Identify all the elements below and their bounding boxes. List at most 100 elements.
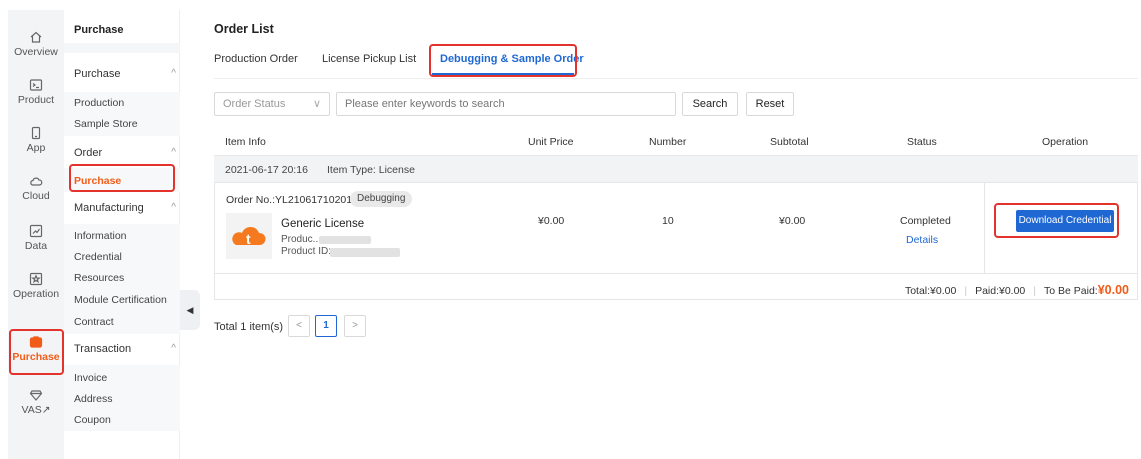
menu-group-label: Purchase [74,68,121,80]
collapse-menu-button[interactable]: ◀ [180,290,200,330]
totals-divider [215,273,1137,274]
order-group-header: 2021-06-17 20:16 Item Type: License [214,155,1138,182]
menu-divider [64,43,180,53]
menu-item-coupon[interactable]: Coupon [74,414,111,426]
menu-group-label: Manufacturing [74,202,144,214]
order-row: Order No.:YL2106171020102S Debugging t G… [214,182,1138,300]
page-title: Order List [214,22,274,36]
col-header-unit-price: Unit Price [528,136,574,148]
menu-group-label: Order [74,147,103,159]
search-input[interactable] [336,92,676,116]
details-link[interactable]: Details [906,234,938,246]
rail-label: Data [24,240,48,252]
search-button[interactable]: Search [682,92,738,116]
divider-pipe: | [964,285,968,297]
prev-page-button[interactable]: < [288,315,310,337]
chevron-up-icon: ^ [171,147,176,158]
menu-header: Purchase [74,24,124,36]
subtotal: ¥0.00 [779,215,806,227]
menu-group-transaction[interactable]: Transaction ^ [74,343,178,355]
menu-item-contract[interactable]: Contract [74,316,114,328]
menu-group-manufacturing[interactable]: Manufacturing ^ [74,202,178,214]
product-line: Produc... [281,234,322,245]
to-be-paid-label: To Be Paid: [1044,285,1098,297]
rail-item-app[interactable]: App [8,126,64,154]
menu-item-credential[interactable]: Credential [74,251,122,263]
redacted-product-id [330,248,400,257]
col-header-item-info: Item Info [225,136,266,148]
menu-item-module-certification[interactable]: Module Certification [74,294,167,306]
diamond-icon [29,388,43,402]
main-content: Order List Production Order License Pick… [200,10,1141,459]
rail-item-cloud[interactable]: Cloud [8,174,64,202]
order-item-type: Item Type: License [327,164,415,176]
rail-item-overview[interactable]: Overview [8,30,64,58]
chevron-down-icon: ∨ [312,98,321,110]
product-id-label: Product ID: [281,246,332,257]
rail-item-product[interactable]: Product [8,78,64,106]
rail-item-vas[interactable]: VAS↗ [8,388,64,416]
rail-item-data[interactable]: Data [8,224,64,252]
terminal-icon [29,78,43,92]
chevron-up-icon: ^ [171,68,176,79]
pagination-total: Total 1 item(s) [214,321,284,333]
rail-item-operation[interactable]: Operation [8,272,64,300]
order-number: Order No.:YL2106171020102S [226,194,371,206]
chevron-up-icon: ^ [171,343,176,354]
highlight-active-tab [429,44,577,77]
tab-license-pickup-list[interactable]: License Pickup List [322,53,416,65]
caret-left-icon: ◀ [186,305,194,315]
tuya-cloud-logo: t [232,226,266,247]
col-header-subtotal: Subtotal [770,136,809,148]
order-status: Completed [900,215,951,227]
page-1-button[interactable]: 1 [315,315,337,337]
menu-item-resources[interactable]: Resources [74,272,124,284]
svg-text:t: t [246,231,251,247]
next-page-button[interactable]: > [344,315,366,337]
col-header-number: Number [649,136,687,148]
menu-item-production[interactable]: Production [74,97,124,109]
menu-item-address[interactable]: Address [74,393,113,405]
total-amount: Total:¥0.00 [904,285,957,297]
col-header-operation: Operation [1042,136,1089,148]
icon-rail: Overview Product App Cloud Data Operatio… [8,10,64,459]
product-name: Generic License [281,218,365,230]
status-badge: Debugging [350,191,413,207]
to-be-paid-amount: ¥0.00 [1097,283,1129,297]
col-header-status: Status [907,136,937,148]
menu-group-purchase[interactable]: Purchase ^ [74,68,178,80]
chart-icon [29,224,43,238]
app-root: Overview Product App Cloud Data Operatio… [0,0,1141,459]
home-icon [29,30,43,44]
order-status-select[interactable]: Order Status ∨ [214,92,330,116]
product-thumbnail: t [226,213,272,259]
menu-group-order[interactable]: Order ^ [74,147,178,159]
operation-divider [984,183,985,273]
rail-label: Product [17,94,55,106]
highlight-download-button [994,203,1119,238]
phone-icon [29,126,43,140]
cloud-icon [29,174,43,188]
rail-label: Operation [12,288,60,300]
highlight-purchase-rail [9,329,64,375]
star-box-icon [29,272,43,286]
menu-item-sample-store[interactable]: Sample Store [74,118,138,130]
reset-button[interactable]: Reset [746,92,794,116]
menu-group-label: Transaction [74,343,132,355]
order-datetime: 2021-06-17 20:16 [225,164,308,176]
chevron-up-icon: ^ [171,202,176,213]
paid-amount: Paid:¥0.00 [975,285,1026,297]
side-menu: Purchase Purchase ^ Production Sample St… [64,10,180,459]
rail-label: App [26,142,46,154]
rail-label: VAS↗ [21,404,51,416]
redacted-text [319,236,371,244]
tab-divider [214,78,1138,79]
quantity: 10 [662,215,674,227]
order-totals: Total:¥0.00 | Paid:¥0.00 | To Be Paid:¥0.00 [905,283,1129,297]
menu-item-invoice[interactable]: Invoice [74,372,107,384]
unit-price: ¥0.00 [538,215,565,227]
tab-production-order[interactable]: Production Order [214,53,298,65]
divider-pipe: | [1033,285,1037,297]
highlight-order-purchase [69,164,175,192]
menu-item-information[interactable]: Information [74,230,127,242]
